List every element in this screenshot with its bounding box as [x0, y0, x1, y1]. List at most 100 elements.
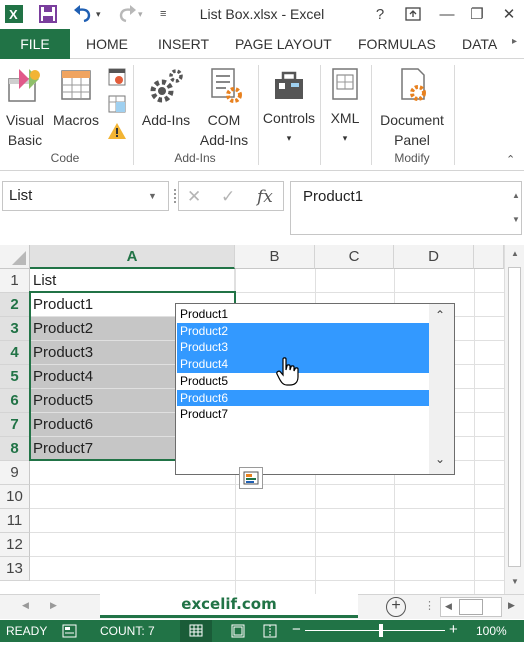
scroll-up-icon[interactable]: ▲ — [511, 249, 519, 258]
formula-scroll-down-icon[interactable]: ▼ — [512, 215, 520, 224]
row-header[interactable]: 12 — [0, 533, 30, 557]
list-item[interactable]: Product7 — [177, 406, 429, 423]
select-all-corner[interactable] — [0, 245, 30, 269]
zoom-slider-thumb[interactable] — [379, 624, 383, 637]
list-item[interactable]: Product2 — [177, 322, 429, 340]
worksheet-grid[interactable]: A B C D 1 2 3 4 5 6 7 8 9 10 11 12 13 Li… — [0, 245, 524, 595]
scroll-down-icon[interactable]: ▼ — [511, 577, 519, 586]
column-header-c[interactable]: C — [315, 245, 394, 269]
modify-group-label: Modify — [394, 151, 430, 165]
relative-references-icon[interactable] — [107, 94, 127, 114]
visual-basic-button[interactable]: Visual Basic — [2, 65, 48, 150]
scroll-sheets-right-icon[interactable]: ▶ — [50, 600, 57, 611]
column-header-b[interactable]: B — [235, 245, 315, 269]
zoom-out-icon[interactable]: − — [292, 621, 301, 638]
macro-security-icon[interactable] — [107, 121, 127, 141]
add-ins-group-label: Add-Ins — [174, 151, 216, 165]
zoom-level[interactable]: 100% — [476, 624, 507, 638]
list-item[interactable]: Product3 — [177, 339, 429, 357]
record-macro-icon[interactable] — [107, 67, 127, 87]
scroll-right-icon[interactable]: ▶ — [508, 600, 515, 611]
row-header[interactable]: 5 — [0, 365, 30, 389]
controls-button[interactable]: Controls ▾ — [259, 65, 319, 148]
row-header[interactable]: 11 — [0, 509, 30, 533]
com-add-ins-button[interactable]: COM Add-Ins — [194, 65, 254, 150]
ribbon-display-options-button[interactable] — [398, 0, 428, 28]
list-item[interactable]: Product4 — [177, 356, 429, 373]
list-box-scrollbar[interactable]: ⌃ ⌄ — [429, 304, 454, 474]
column-header-a[interactable]: A — [30, 245, 235, 269]
cancel-icon[interactable]: ✕ — [187, 187, 201, 207]
row-header[interactable]: 2 — [0, 293, 30, 317]
close-button[interactable]: ✕ — [494, 0, 524, 28]
tab-data[interactable]: DATA — [462, 36, 497, 52]
insert-function-icon[interactable]: fx — [257, 187, 273, 207]
minimize-button[interactable]: — — [432, 0, 462, 28]
page-break-view-icon[interactable] — [262, 623, 278, 642]
cell-a1[interactable]: List — [30, 269, 235, 293]
name-box-dropdown-icon[interactable]: ▼ — [148, 191, 157, 201]
code-group-label: Code — [50, 151, 80, 165]
row-header[interactable]: 4 — [0, 341, 30, 365]
scroll-down-icon[interactable]: ⌄ — [435, 452, 445, 466]
row-header[interactable]: 10 — [0, 485, 30, 509]
list-box[interactable]: Product1 Product2 Product3 Product4 Prod… — [175, 303, 455, 475]
column-header-d[interactable]: D — [394, 245, 474, 269]
tab-home[interactable]: HOME — [86, 36, 128, 52]
tabs-scroll-right-icon[interactable]: ▸ — [512, 36, 517, 47]
scroll-sheets-left-icon[interactable]: ◀ — [22, 600, 29, 611]
macros-button[interactable]: Macros — [50, 65, 102, 130]
tab-insert[interactable]: INSERT — [158, 36, 209, 52]
xml-dropdown-icon: ▾ — [342, 133, 348, 143]
add-ins-button[interactable]: Add-Ins — [138, 65, 194, 130]
com-add-ins-icon — [211, 68, 242, 103]
ribbon-developer: Visual Basic Macros Code Add-Ins COM Add… — [0, 59, 524, 171]
new-sheet-icon[interactable]: + — [386, 597, 406, 617]
list-item[interactable]: Product5 — [177, 373, 429, 390]
horizontal-scrollbar[interactable]: ◀ — [440, 597, 502, 617]
scrollbar-thumb[interactable] — [459, 599, 483, 615]
row-header[interactable]: 6 — [0, 389, 30, 413]
row-header[interactable]: 9 — [0, 461, 30, 485]
formula-buttons: ✕ ✓ fx — [178, 181, 284, 211]
row-header[interactable]: 7 — [0, 413, 30, 437]
normal-view-icon[interactable] — [180, 620, 212, 642]
group-divider — [133, 65, 134, 165]
status-count: COUNT: 7 — [100, 624, 155, 638]
scroll-up-icon[interactable]: ⌃ — [435, 308, 445, 322]
collapse-ribbon-icon[interactable]: ⌃ — [506, 153, 515, 166]
row-header[interactable]: 3 — [0, 317, 30, 341]
scroll-left-icon[interactable]: ◀ — [445, 601, 452, 612]
quick-analysis-icon[interactable] — [239, 467, 263, 489]
column-header-e[interactable] — [474, 245, 504, 269]
vertical-scrollbar[interactable]: ▲ ▼ — [504, 245, 524, 595]
row-header[interactable]: 1 — [0, 269, 30, 293]
group-divider — [320, 65, 321, 165]
zoom-slider[interactable] — [305, 630, 445, 631]
formula-scroll-up-icon[interactable]: ▲ — [512, 191, 520, 200]
sheet-tab[interactable]: excelif.com — [100, 594, 358, 618]
name-box[interactable]: List — [2, 181, 169, 211]
ribbon-tabs: FILE HOME INSERT PAGE LAYOUT FORMULAS DA… — [0, 29, 524, 59]
list-item[interactable]: Product1 — [177, 306, 429, 323]
hand-pointer-cursor-icon — [276, 357, 299, 386]
row-header[interactable]: 8 — [0, 437, 30, 461]
list-item[interactable]: Product6 — [177, 389, 429, 407]
restore-button[interactable]: ❐ — [462, 0, 492, 28]
formula-input[interactable]: Product1 — [290, 181, 522, 235]
enter-icon[interactable]: ✓ — [221, 187, 235, 207]
help-button[interactable]: ? — [365, 0, 395, 28]
page-layout-view-icon[interactable] — [230, 623, 246, 642]
macro-recording-icon[interactable] — [62, 623, 78, 642]
tab-page-layout[interactable]: PAGE LAYOUT — [235, 36, 332, 52]
scrollbar-thumb[interactable] — [508, 267, 521, 567]
title-bar: X ▾ ▾ ≡ List Box.xlsx - Excel ? — ❐ ✕ — [0, 0, 524, 29]
tab-split-icon[interactable]: ⋮ — [424, 599, 435, 612]
document-panel-button[interactable]: Document Panel — [373, 65, 451, 150]
status-bar: READY COUNT: 7 − + 100% — [0, 620, 524, 642]
row-header[interactable]: 13 — [0, 557, 30, 581]
zoom-in-icon[interactable]: + — [449, 621, 458, 638]
tab-file[interactable]: FILE — [0, 29, 70, 59]
tab-formulas[interactable]: FORMULAS — [358, 36, 436, 52]
xml-button[interactable]: XML ▾ — [322, 65, 368, 148]
